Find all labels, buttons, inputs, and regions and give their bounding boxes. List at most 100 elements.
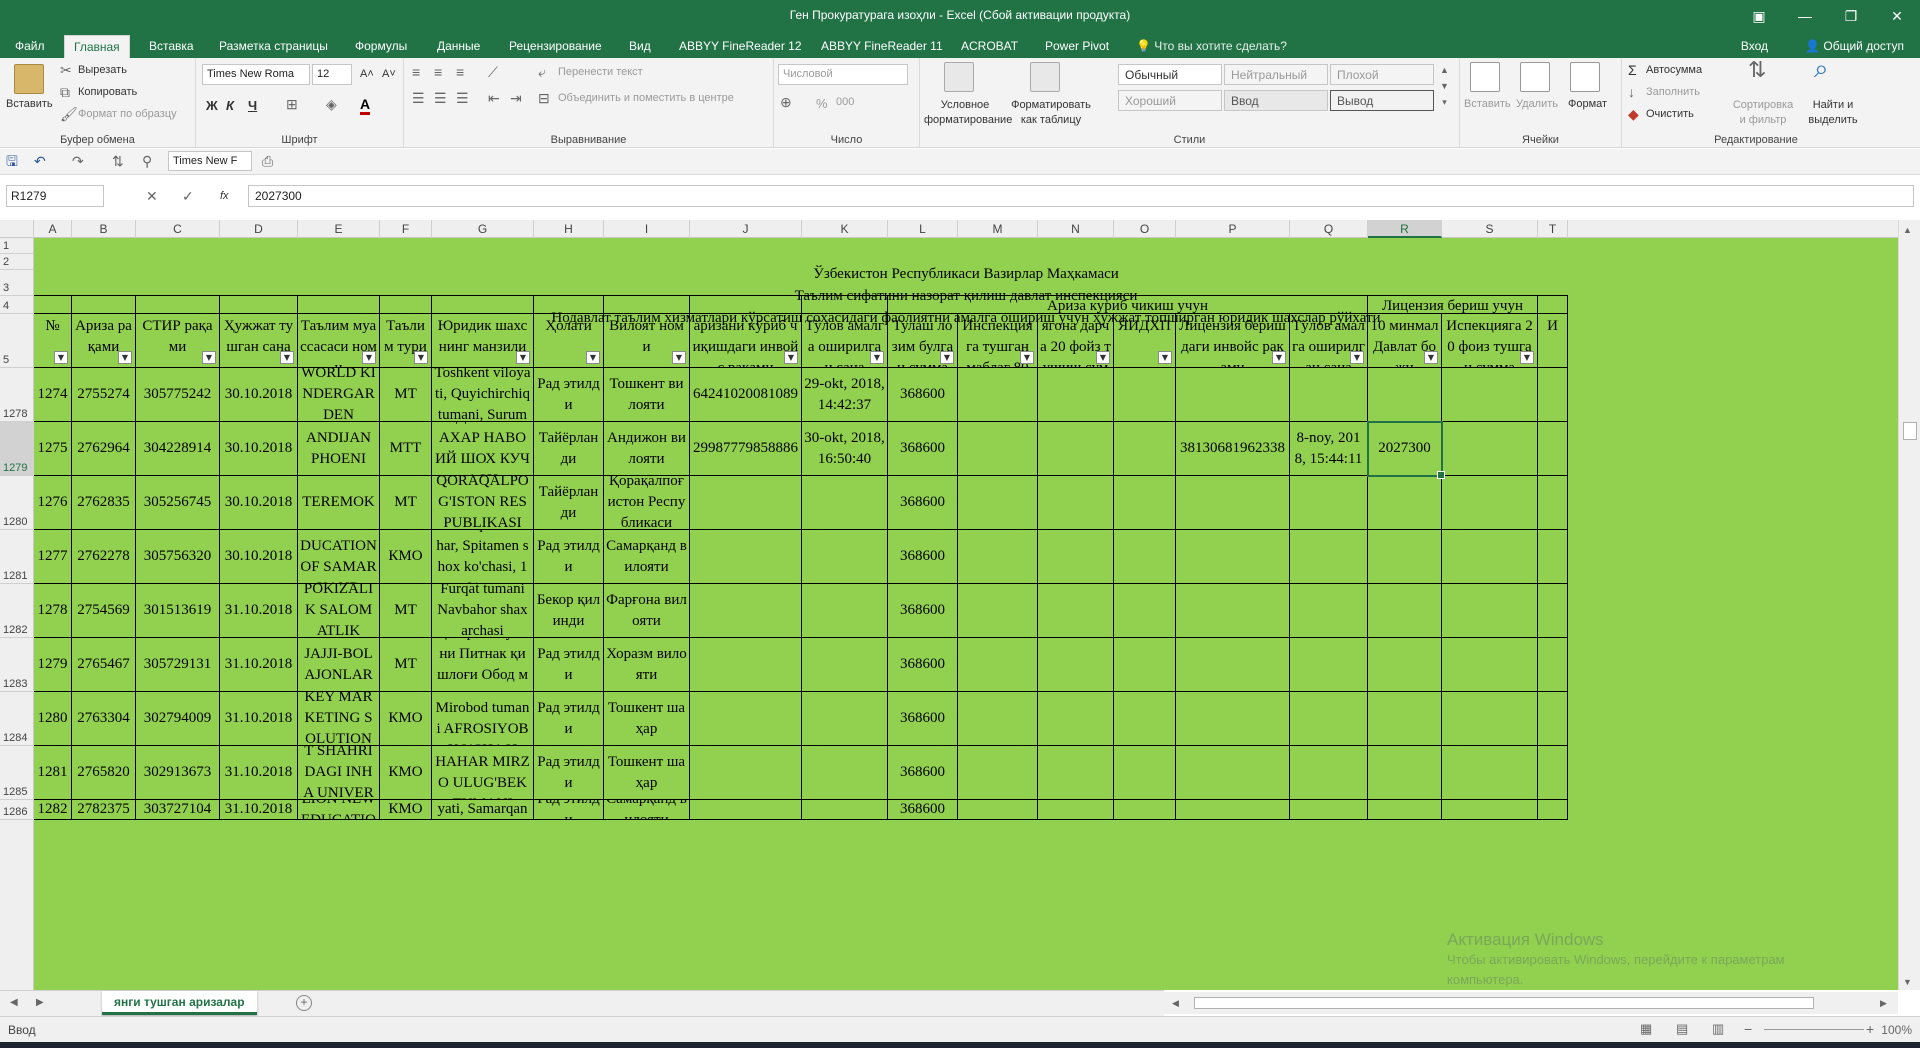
table-cell[interactable]: 8-noy, 2018, 15:44:11 — [1290, 422, 1368, 476]
table-cell[interactable] — [690, 584, 802, 638]
insert-function-button[interactable]: fx — [220, 190, 229, 202]
table-cell[interactable]: 1281 — [34, 746, 72, 800]
table-cell[interactable] — [958, 368, 1038, 422]
column-header-T[interactable]: T — [1538, 220, 1568, 238]
row-header-5[interactable]: 5 — [0, 314, 34, 368]
tab-page-layout[interactable]: Разметка страницы — [210, 35, 337, 58]
row4-cell[interactable] — [534, 296, 604, 314]
add-sheet-icon[interactable]: + — [296, 995, 312, 1011]
row4-cell[interactable] — [136, 296, 220, 314]
table-cell[interactable]: МТ — [380, 584, 432, 638]
sort-icon[interactable]: ⇅ — [112, 153, 124, 169]
table-cell[interactable]: 304228914 — [136, 422, 220, 476]
table-cell[interactable] — [1442, 584, 1538, 638]
table-cell[interactable] — [380, 800, 432, 820]
cancel-icon[interactable]: ✕ — [146, 188, 158, 204]
table-cell[interactable] — [1538, 530, 1568, 584]
table-cell[interactable] — [1442, 476, 1538, 530]
table-cell[interactable] — [802, 530, 888, 584]
column-header-E[interactable]: E — [298, 220, 380, 238]
row-header-1283[interactable]: 1283 — [0, 638, 34, 692]
filter-dropdown-icon[interactable]: ▼ — [1096, 351, 1110, 364]
table-cell[interactable] — [1538, 422, 1568, 476]
table-cell[interactable]: Тошкент шаҳар — [604, 692, 690, 746]
filter-dropdown-icon[interactable]: ▼ — [1424, 351, 1438, 364]
table-cell[interactable] — [690, 800, 802, 820]
table-cell[interactable] — [1290, 692, 1368, 746]
table-cell[interactable] — [1038, 692, 1114, 746]
table-cell[interactable] — [1368, 584, 1442, 638]
autosum-button[interactable]: Автосумма — [1646, 64, 1702, 76]
tab-insert[interactable]: Вставка — [140, 35, 203, 58]
align-middle-icon[interactable]: ≡ — [434, 64, 442, 80]
table-cell[interactable]: 1276 — [34, 476, 72, 530]
table-cell[interactable]: 368600 — [888, 422, 958, 476]
table-cell[interactable]: Қорақалпоғистон Республикаси — [604, 476, 690, 530]
tab-data[interactable]: Данные — [428, 35, 489, 58]
column-header-K[interactable]: K — [802, 220, 888, 238]
align-bottom-icon[interactable]: ≡ — [456, 64, 464, 80]
table-cell[interactable] — [1290, 476, 1368, 530]
table-cell[interactable] — [1538, 638, 1568, 692]
table-cell[interactable]: 30-okt, 2018, 16:50:40 — [802, 422, 888, 476]
table-cell[interactable] — [1538, 368, 1568, 422]
table-cell[interactable] — [690, 692, 802, 746]
table-cell[interactable]: POKIZALIK SALOMATLIK — [298, 584, 380, 638]
table-cell[interactable] — [1368, 476, 1442, 530]
column-header-B[interactable]: B — [72, 220, 136, 238]
column-header-G[interactable]: G — [432, 220, 534, 238]
table-cell[interactable] — [1176, 692, 1290, 746]
qat-font-select[interactable]: Times New F — [168, 151, 252, 171]
font-size-select[interactable]: 12 — [312, 64, 352, 85]
table-cell[interactable]: Тошкент шаҳар — [604, 746, 690, 800]
table-cell[interactable] — [1442, 530, 1538, 584]
style-bad[interactable]: Плохой — [1330, 64, 1434, 85]
prev-sheet-icon[interactable]: ◀ — [10, 995, 18, 1011]
page-break-view-icon[interactable]: ▥ — [1712, 1021, 1724, 1037]
row4-cell[interactable] — [690, 296, 802, 314]
maximize-button[interactable]: ❐ — [1828, 0, 1874, 32]
column-header-J[interactable]: J — [690, 220, 802, 238]
table-cell[interactable] — [1038, 530, 1114, 584]
table-cell[interactable] — [1368, 368, 1442, 422]
table-cell[interactable] — [958, 692, 1038, 746]
column-header-N[interactable]: N — [1038, 220, 1114, 238]
row-header-1285[interactable]: 1285 — [0, 746, 34, 800]
table-cell[interactable] — [1538, 692, 1568, 746]
align-center-icon[interactable]: ☰ — [434, 90, 447, 106]
row4-cell[interactable] — [604, 296, 690, 314]
table-cell[interactable] — [1290, 638, 1368, 692]
filter-dropdown-icon[interactable]: ▼ — [1158, 351, 1172, 364]
table-cell[interactable] — [1290, 368, 1368, 422]
table-cell[interactable]: 2765467 — [72, 638, 136, 692]
table-cell[interactable]: 368600 — [888, 746, 958, 800]
row4-cell[interactable] — [220, 296, 298, 314]
filter-dropdown-icon[interactable]: ▼ — [54, 351, 68, 364]
table-cell[interactable] — [1038, 422, 1114, 476]
table-cell[interactable]: 368600 — [888, 530, 958, 584]
column-header-F[interactable]: F — [380, 220, 432, 238]
table-cell[interactable]: 31.10.2018 — [220, 584, 298, 638]
zoom-slider[interactable] — [1764, 1029, 1864, 1030]
row-header-3[interactable]: 3 — [0, 270, 34, 296]
filter-dropdown-icon[interactable]: ▼ — [1520, 351, 1534, 364]
currency-icon[interactable]: ⊕ — [780, 94, 792, 110]
column-header-H[interactable]: H — [534, 220, 604, 238]
filter-dropdown-icon[interactable]: ▼ — [784, 351, 798, 364]
filter-dropdown-icon[interactable]: ▼ — [1350, 351, 1364, 364]
grow-font-icon[interactable]: A˄ — [360, 68, 374, 80]
enter-icon[interactable]: ✓ — [182, 188, 194, 204]
table-cell[interactable] — [72, 800, 136, 820]
row4-cell[interactable] — [432, 296, 534, 314]
column-title-E[interactable]: Таълим муассасаси номи ▼ — [298, 314, 380, 368]
format-cells-button[interactable]: Формат — [1568, 98, 1607, 110]
table-cell[interactable]: 30.10.2018 — [220, 422, 298, 476]
table-cell[interactable] — [690, 530, 802, 584]
table-cell[interactable] — [1442, 800, 1538, 820]
underline-button[interactable]: Ч — [248, 98, 257, 113]
table-cell[interactable] — [958, 746, 1038, 800]
column-title-C[interactable]: СТИР рақами ▼ — [136, 314, 220, 368]
table-cell[interactable] — [958, 800, 1038, 820]
table-cell[interactable] — [1368, 692, 1442, 746]
table-cell[interactable] — [1442, 422, 1538, 476]
